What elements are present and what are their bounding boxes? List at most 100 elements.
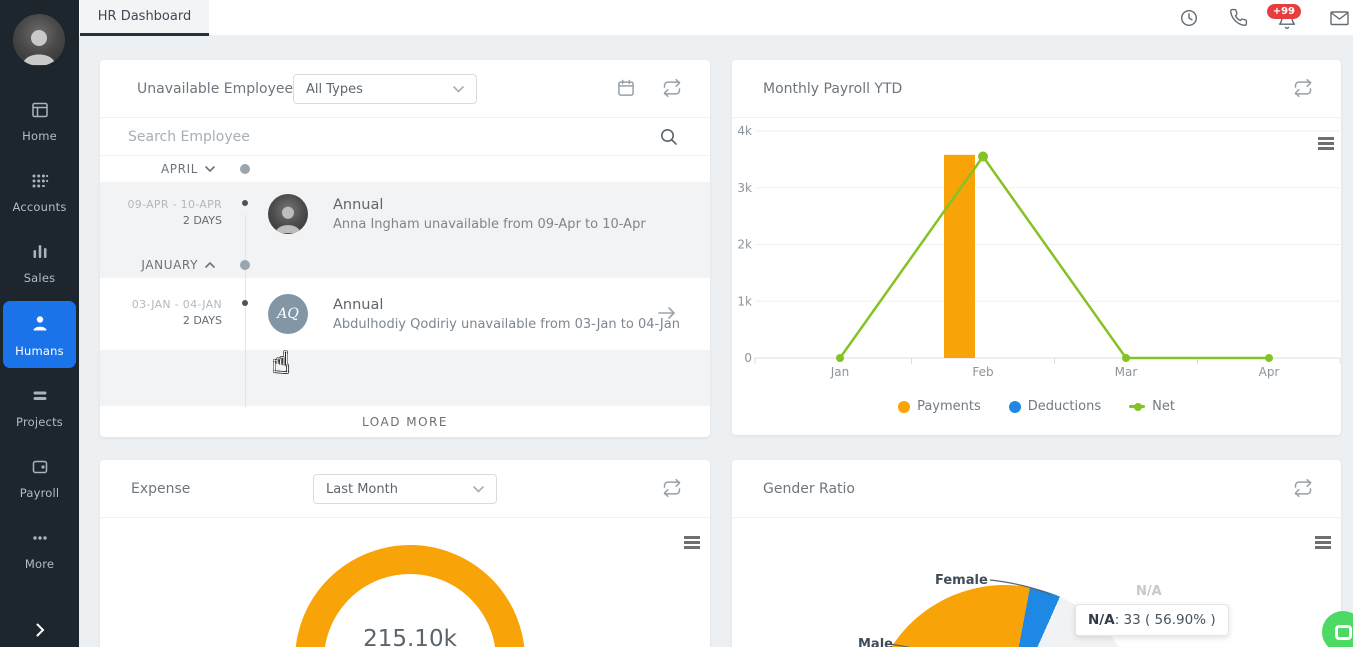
leave-type: Annual (333, 297, 680, 313)
sidebar-item-more[interactable]: More (3, 516, 76, 581)
tab-label: HR Dashboard (98, 9, 191, 24)
wallet-icon (30, 457, 50, 477)
ellipsis-icon (30, 528, 50, 548)
timeline-line (245, 214, 246, 408)
load-more-label: LOAD MORE (362, 415, 448, 429)
month-group-april[interactable]: APRIL (100, 156, 710, 182)
list-icon (30, 386, 50, 406)
male-slice-label: Male (858, 637, 893, 647)
sidebar-item-sales[interactable]: Sales (3, 230, 76, 295)
sidebar-item-projects[interactable]: Projects (3, 374, 76, 439)
monthly-payroll-panel: Monthly Payroll YTD 4k 3k 2k 1k 0 Jan Feb Mar Ap… (732, 60, 1341, 435)
sidebar-item-accounts[interactable]: Accounts (3, 159, 76, 224)
user-avatar[interactable] (13, 14, 65, 66)
legend-label: Deductions (1028, 399, 1101, 414)
topbar: HR Dashboard +99 (79, 0, 1353, 36)
sidebar-item-label: Accounts (12, 200, 66, 214)
mail-icon (1329, 8, 1350, 28)
svg-text:Feb: Feb (972, 365, 993, 379)
chart-tooltip: N/A: 33 ( 56.90% ) (1075, 604, 1229, 636)
search-input[interactable] (128, 118, 628, 155)
calendar-button[interactable] (616, 78, 638, 100)
select-value: Last Month (326, 482, 398, 497)
tooltip-value: : 33 ( 56.90% ) (1115, 612, 1216, 628)
leave-description: Abdulhodiy Qodiriy unavailable from 03-J… (333, 317, 680, 332)
svg-text:4k: 4k (737, 124, 752, 138)
refresh-button[interactable] (1293, 78, 1315, 100)
svg-text:1k: 1k (737, 294, 752, 308)
chart-menu-icon[interactable] (1315, 536, 1331, 551)
panel-title: Unavailable Employees (137, 81, 300, 97)
legend-item-net[interactable]: Net (1129, 399, 1175, 414)
svg-text:2k: 2k (737, 238, 752, 252)
refresh-button[interactable] (1293, 478, 1315, 500)
svg-text:0: 0 (744, 351, 752, 365)
history-button[interactable] (1179, 8, 1199, 28)
refresh-icon (662, 478, 682, 498)
na-slice-label: N/A (1136, 584, 1162, 599)
svg-text:Apr: Apr (1259, 365, 1280, 379)
gender-ratio-panel: Gender Ratio Female Male N/A N/A: 33 ( 5… (732, 460, 1341, 647)
timeline-group-dot (240, 164, 250, 174)
sidebar-item-label: Payroll (20, 486, 60, 500)
payments-legend-dot (898, 401, 910, 413)
leave-description: Anna Ingham unavailable from 09-Apr to 1… (333, 217, 646, 232)
employee-avatar[interactable] (268, 194, 308, 234)
sidebar-item-label: Home (22, 129, 57, 143)
panel-title: Monthly Payroll YTD (763, 81, 902, 97)
entry-dates: 09-APR - 10-APR (127, 198, 222, 211)
legend-label: Net (1152, 399, 1175, 414)
timeline-entry-dot (242, 200, 248, 206)
chart-menu-icon[interactable] (1318, 137, 1334, 152)
expense-panel: Expense Last Month 215.10k (100, 460, 710, 647)
month-group-january[interactable]: JANUARY (100, 246, 710, 278)
entry-duration: 2 DAYS (132, 314, 222, 327)
leave-entry-abdulhodiy[interactable]: 03-JAN - 04-JAN 2 DAYS AQ Annual Abdulho… (100, 278, 710, 350)
svg-text:3k: 3k (737, 181, 752, 195)
refresh-button[interactable] (662, 78, 684, 100)
notification-badge: +99 (1267, 4, 1301, 19)
leave-type-select[interactable]: All Types (293, 74, 477, 104)
arrow-right-icon[interactable] (658, 306, 676, 320)
chart-legend: Payments Deductions Net (732, 399, 1341, 414)
sidebar-item-payroll[interactable]: Payroll (3, 445, 76, 510)
phone-icon (1229, 8, 1248, 27)
deductions-legend-dot (1009, 401, 1021, 413)
tab-hr-dashboard[interactable]: HR Dashboard (80, 0, 209, 36)
sidebar-item-label: Projects (16, 415, 63, 429)
timeline-group-dot (240, 260, 250, 270)
svg-text:Jan: Jan (830, 365, 850, 379)
leave-entry-anna[interactable]: 09-APR - 10-APR 2 DAYS Annual Anna Ingha… (100, 182, 710, 246)
legend-item-payments[interactable]: Payments (898, 399, 981, 414)
chat-bubble-icon (1335, 625, 1352, 640)
search-row (100, 118, 710, 156)
sidebar-expand-button[interactable] (0, 621, 79, 639)
panel-title: Gender Ratio (763, 481, 855, 497)
load-more-button[interactable]: LOAD MORE (100, 406, 710, 437)
refresh-button[interactable] (662, 478, 684, 500)
employee-avatar[interactable]: AQ (268, 294, 308, 334)
chart-menu-icon[interactable] (684, 536, 700, 551)
clock-icon (1179, 8, 1199, 28)
avatar-initials: AQ (277, 306, 299, 322)
chevron-right-icon (31, 621, 49, 639)
select-value: All Types (306, 82, 363, 97)
legend-item-deductions[interactable]: Deductions (1009, 399, 1101, 414)
sidebar: Home Accounts Sales Humans (0, 0, 79, 647)
chevron-up-icon (205, 262, 215, 268)
sidebar-item-home[interactable]: Home (3, 88, 76, 153)
expense-period-select[interactable]: Last Month (313, 474, 497, 504)
refresh-icon (1293, 78, 1313, 98)
entry-dates: 03-JAN - 04-JAN (132, 298, 222, 311)
bar-chart-icon (30, 242, 50, 262)
chevron-down-icon (473, 486, 484, 493)
apps-grid-icon (30, 171, 50, 191)
legend-label: Payments (917, 399, 981, 414)
sidebar-item-humans[interactable]: Humans (3, 301, 76, 368)
home-icon (30, 100, 50, 120)
calls-button[interactable] (1229, 8, 1249, 28)
messages-button[interactable] (1329, 8, 1349, 28)
chevron-down-icon (453, 86, 464, 93)
svg-text:Mar: Mar (1115, 365, 1138, 379)
search-icon[interactable] (660, 128, 678, 146)
